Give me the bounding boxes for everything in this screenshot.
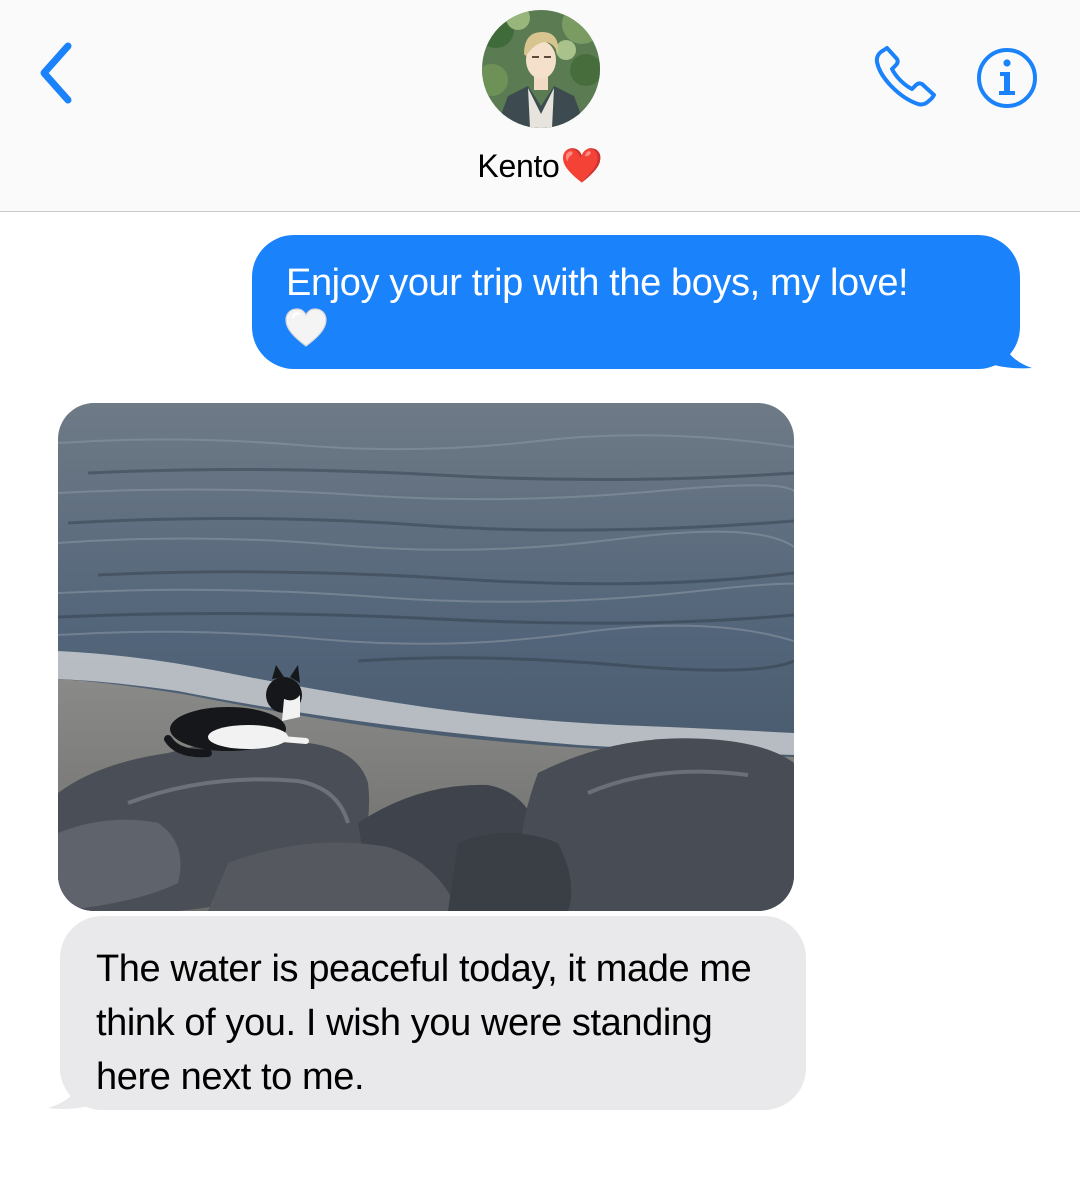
chevron-left-icon [40,42,72,104]
back-button[interactable] [30,40,82,106]
contact-name[interactable]: Kento❤️ [0,146,1080,186]
white-heart-icon [285,308,327,347]
heart-emoji: ❤️ [560,147,603,185]
call-button[interactable] [870,44,940,110]
info-icon [977,48,1037,108]
received-message-text: The water is peaceful today, it made me … [96,948,752,1098]
received-message[interactable]: The water is peaceful today, it made me … [46,916,808,1112]
conversation-header: Kento❤️ [0,0,1080,212]
contact-avatar[interactable] [482,10,600,128]
contact-name-label: Kento [477,148,560,184]
details-button[interactable] [975,46,1039,110]
sent-message[interactable]: Enjoy your trip with the boys, my love! [252,235,1034,371]
messages-conversation-screen: Kento❤️ Enjoy your trip with the boys, m… [0,0,1080,1198]
phone-icon [874,46,936,107]
sea-cat-photo [58,403,794,911]
photo-attachment[interactable] [58,403,794,911]
sent-message-text: Enjoy your trip with the boys, my love! [286,262,909,304]
